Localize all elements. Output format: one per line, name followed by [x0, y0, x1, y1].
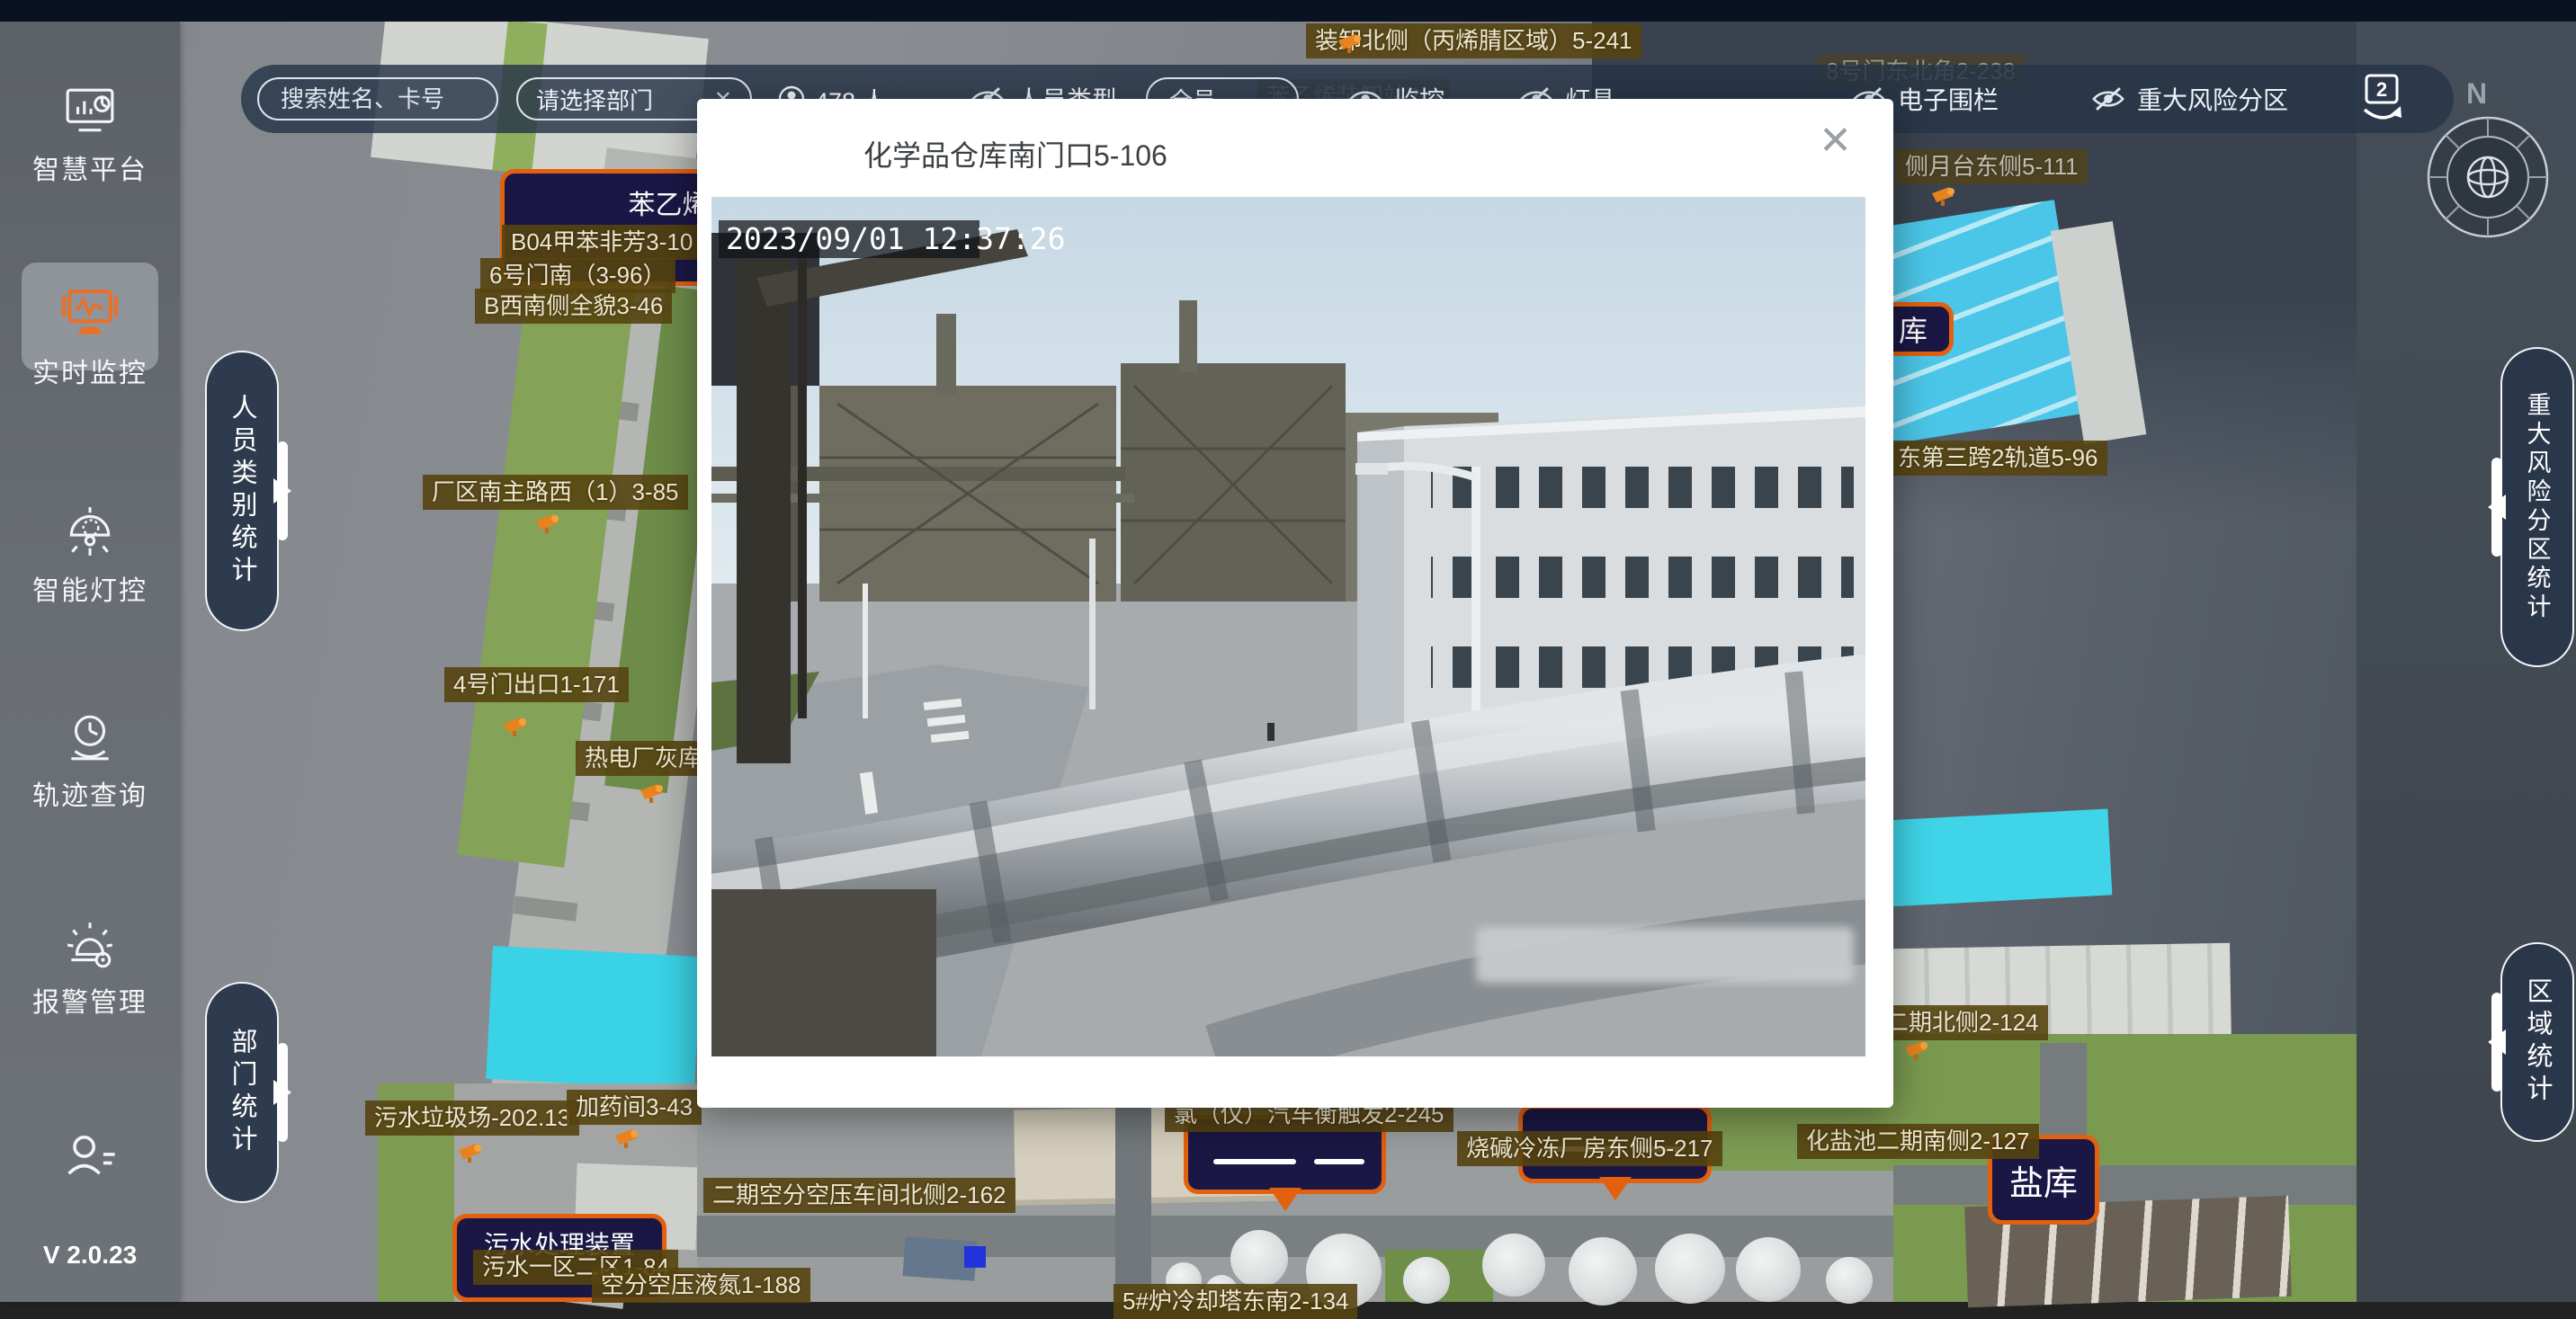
- terrain-pool: [486, 946, 701, 1090]
- storage-tank: [1403, 1257, 1450, 1304]
- track-query-icon: [59, 710, 121, 764]
- smart-light-icon: [59, 505, 121, 559]
- terrain-pool: [1883, 809, 2113, 907]
- cctv-camera-icon[interactable]: [613, 1127, 642, 1149]
- camera-label[interactable]: 加药间3-43: [567, 1090, 702, 1125]
- camera-label[interactable]: 烧碱冷冻厂房东侧5-217: [1457, 1131, 1722, 1166]
- cctv-camera-icon[interactable]: [1337, 32, 1365, 54]
- storage-tank: [1736, 1237, 1801, 1302]
- poi-text-fragment: [1314, 1159, 1364, 1164]
- cctv-camera-icon[interactable]: [534, 512, 563, 534]
- panel-tab-major-risk-zone-stats[interactable]: 重大风险分区统计: [2500, 347, 2574, 667]
- storage-tank: [1230, 1230, 1288, 1288]
- sidebar-item-label: 智能灯控: [0, 568, 180, 608]
- alarm-manage-icon: [59, 917, 121, 971]
- top-dark-strip: [0, 0, 2576, 22]
- cctv-camera-icon[interactable]: [1903, 1039, 1932, 1061]
- compass-widget[interactable]: [2425, 114, 2551, 240]
- compass-north-label: N: [2466, 77, 2487, 111]
- view-2d-toggle-button[interactable]: 2: [2357, 72, 2407, 126]
- camera-video-frame: 2023/09/01 12:37:26: [711, 197, 1865, 1056]
- camera-label[interactable]: 二期空分空压车间北侧2-162: [703, 1178, 1015, 1213]
- dashboard-monitor-icon: [59, 86, 121, 138]
- sidebar-item-alarm-manage[interactable]: 报警管理: [0, 917, 180, 1020]
- camera-label[interactable]: 6号门南（3-96）: [480, 258, 675, 293]
- camera-label[interactable]: 化盐池二期南侧2-127: [1797, 1124, 2039, 1159]
- toggle-label: 电子围栏: [1898, 81, 1999, 117]
- sidebar-item-label: 智慧平台: [0, 147, 180, 187]
- poi-label: 库: [1899, 308, 1928, 350]
- panel-tab-label: 区域统计: [2518, 977, 2556, 1107]
- camera-label[interactable]: B西南侧全貌3-46: [475, 289, 672, 324]
- sidebar-item-label: 实时监控: [0, 351, 180, 390]
- camera-label[interactable]: 侧月台东侧5-111: [1896, 149, 2088, 184]
- sidebar-item-label: 报警管理: [0, 980, 180, 1020]
- close-icon[interactable]: ✕: [1813, 120, 1857, 162]
- sidebar: 智慧平台 实时监控 智能灯控: [0, 22, 180, 1302]
- panel-tab-personnel-category-stats[interactable]: 人员类别统计: [205, 351, 279, 631]
- camera-label[interactable]: 污水垃圾场-202.13: [365, 1101, 579, 1136]
- sidebar-item-track-query[interactable]: 轨迹查询: [0, 710, 180, 813]
- toggle-label: 重大风险分区: [2137, 81, 2288, 117]
- sidebar-item-label: 轨迹查询: [0, 773, 180, 813]
- storage-tank: [1826, 1257, 1873, 1304]
- terrain-marker-blue: [964, 1246, 986, 1268]
- camera-label[interactable]: 二期北侧2-124: [1876, 1005, 2048, 1040]
- eye-off-icon: [2090, 86, 2126, 111]
- modal-title: 化学品仓库南门口5-106: [863, 133, 1167, 174]
- storage-tank: [1482, 1234, 1545, 1297]
- poi-label: 盐库: [2009, 1155, 2078, 1205]
- storage-tank: [1569, 1237, 1637, 1306]
- compass-icon: [2425, 114, 2551, 240]
- sidebar-item-smart-light[interactable]: 智能灯控: [0, 505, 180, 608]
- app-root: 苯乙烯装卸站 污水处理装置 盐库 库 装卸北侧（丙烯腈区域）5-241 8号门东…: [0, 0, 2576, 1302]
- sidebar-item-smart-platform[interactable]: 智慧平台: [0, 86, 180, 187]
- panel-tab-label: 重大风险分区统计: [2520, 392, 2555, 622]
- sidebar-item-realtime-monitor[interactable]: 实时监控: [0, 288, 180, 390]
- realtime-monitor-icon: [59, 288, 121, 342]
- search-input[interactable]: [279, 85, 480, 114]
- cctv-camera-icon[interactable]: [502, 716, 531, 737]
- cctv-camera-icon[interactable]: [639, 782, 667, 804]
- view-2d-icon: 2: [2357, 72, 2407, 126]
- cctv-camera-icon[interactable]: [457, 1142, 486, 1163]
- sidebar-item-user-list[interactable]: [0, 1127, 180, 1183]
- camera-label[interactable]: 厂区南主路西（1）3-85: [423, 475, 688, 510]
- cctv-camera-icon[interactable]: [1930, 185, 1959, 207]
- camera-label[interactable]: 东第三跨2轨道5-96: [1889, 441, 2107, 476]
- panel-tab-label: 部门统计: [223, 1028, 261, 1157]
- camera-label[interactable]: 4号门出口1-171: [444, 667, 629, 702]
- panel-tab-department-stats[interactable]: 部门统计: [205, 982, 279, 1203]
- toggle-major-risk-zone[interactable]: 重大风险分区: [2090, 65, 2288, 133]
- camera-video-scene: 2023/09/01 12:37:26: [711, 197, 1865, 1056]
- view-mode-number: 2: [2376, 78, 2387, 101]
- user-list-icon: [59, 1127, 121, 1183]
- poi-text-fragment: [1213, 1159, 1296, 1164]
- video-timestamp: 2023/09/01 12:37:26: [726, 221, 1066, 256]
- terrain-road: [1115, 1108, 1151, 1302]
- camera-feed-modal: 化学品仓库南门口5-106 ✕: [697, 99, 1893, 1108]
- panel-tab-area-stats[interactable]: 区域统计: [2500, 942, 2574, 1142]
- camera-label[interactable]: 5#炉冷却塔东南2-134: [1114, 1284, 1357, 1319]
- department-placeholder: 请选择部门: [536, 83, 653, 116]
- app-version: V 2.0.23: [0, 1241, 180, 1270]
- storage-tank: [1655, 1234, 1725, 1304]
- panel-tab-label: 人员类别统计: [223, 394, 261, 588]
- camera-label[interactable]: 空分空压液氮1-188: [592, 1268, 810, 1303]
- search-pill: [257, 77, 498, 120]
